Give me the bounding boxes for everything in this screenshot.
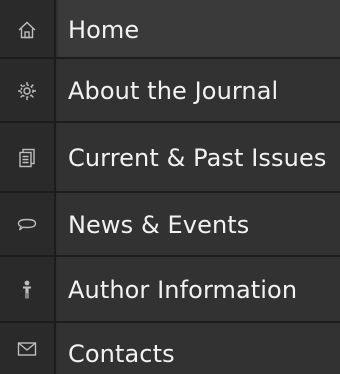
menu-icon-cell [0,257,56,323]
gear-icon [16,80,38,102]
menu-item-current-past-issues[interactable]: Current & Past Issues [0,123,340,193]
menu-icon-cell [0,123,56,193]
menu-icon-cell [0,0,56,59]
menu-label-cell: Author Information [58,257,340,323]
side-navigation-menu: Home About the Journal Current & Past Is… [0,0,340,374]
menu-item-author-information[interactable]: Author Information [0,257,340,323]
menu-item-label: Home [68,15,140,44]
menu-label-cell: Contacts [58,323,340,374]
menu-item-news-events[interactable]: News & Events [0,193,340,257]
documents-icon [16,147,38,169]
menu-item-label: News & Events [68,211,250,239]
menu-item-about-the-journal[interactable]: About the Journal [0,59,340,123]
menu-item-label: Contacts [68,340,175,368]
person-icon [16,279,38,301]
menu-item-label: Author Information [68,276,298,304]
menu-item-contacts[interactable]: Contacts [0,323,340,374]
menu-label-cell: Current & Past Issues [58,123,340,193]
menu-label-cell: Home [58,0,340,59]
menu-icon-cell [0,193,56,257]
menu-item-home[interactable]: Home [0,0,340,59]
menu-item-label: Current & Past Issues [68,144,327,172]
menu-icon-cell [0,59,56,123]
home-icon [16,19,38,41]
speech-bubble-icon [16,214,38,236]
menu-icon-cell [0,323,56,374]
envelope-icon [16,338,38,360]
menu-label-cell: News & Events [58,193,340,257]
menu-item-label: About the Journal [68,77,279,105]
menu-label-cell: About the Journal [58,59,340,123]
